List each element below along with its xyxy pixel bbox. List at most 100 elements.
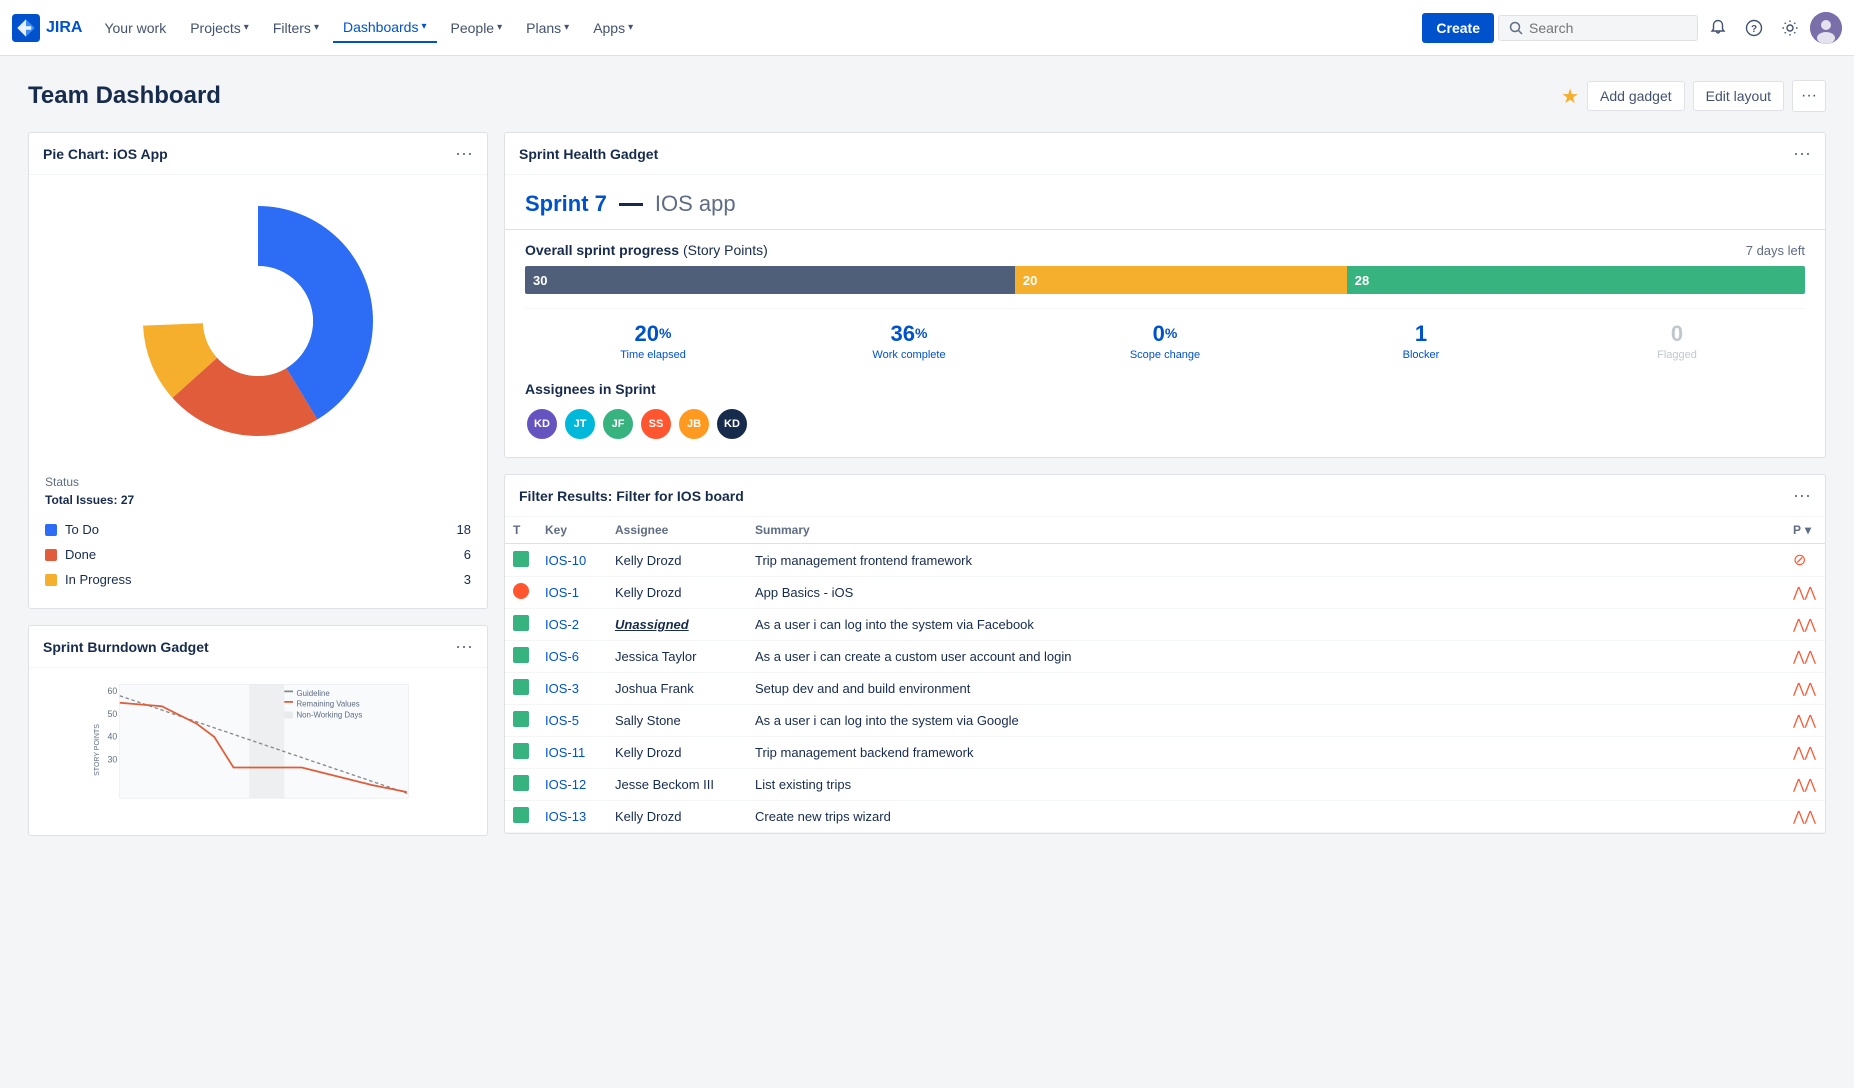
top-nav: JIRA Your work Projects ▾ Filters ▾ Dash… xyxy=(0,0,1854,56)
issue-key-link[interactable]: IOS-6 xyxy=(545,649,579,664)
row-priority: ⋀⋀ xyxy=(1785,641,1825,673)
page-title: Team Dashboard xyxy=(28,82,221,110)
dashboards-chevron: ▾ xyxy=(421,21,426,32)
filter-results-more-button[interactable]: ··· xyxy=(1793,485,1811,506)
issue-key-link[interactable]: IOS-13 xyxy=(545,809,586,824)
table-row: IOS-6 Jessica Taylor As a user i can cre… xyxy=(505,641,1825,673)
sprint-health-more-button[interactable]: ··· xyxy=(1793,143,1811,164)
page-header: Team Dashboard ★ Add gadget Edit layout … xyxy=(28,80,1826,112)
priority-blocker-icon: ⊘ xyxy=(1793,552,1806,569)
search-input[interactable] xyxy=(1529,20,1669,36)
row-assignee: Sally Stone xyxy=(607,705,747,737)
assignee-avatar-4[interactable]: SS xyxy=(639,407,673,441)
filter-table-head: T Key Assignee Summary P ▾ xyxy=(505,517,1825,544)
table-row: IOS-12 Jesse Beckom III List existing tr… xyxy=(505,769,1825,801)
row-summary: Setup dev and and build environment xyxy=(747,673,1785,705)
right-column: Sprint Health Gadget ··· Sprint 7 IOS ap… xyxy=(504,132,1826,836)
pie-chart-header: Pie Chart: iOS App ··· xyxy=(29,133,487,175)
assignees-label: Assignees in Sprint xyxy=(525,381,1805,397)
nav-plans[interactable]: Plans ▾ xyxy=(516,14,579,42)
brand-label: JIRA xyxy=(46,19,82,37)
story-icon xyxy=(513,647,529,663)
table-row: IOS-10 Kelly Drozd Trip management front… xyxy=(505,544,1825,577)
pie-chart-legend: Status Total Issues: 27 To Do 18 xyxy=(29,467,487,608)
issue-key-link[interactable]: IOS-5 xyxy=(545,713,579,728)
page-content: Team Dashboard ★ Add gadget Edit layout … xyxy=(0,56,1854,860)
pie-chart-more-button[interactable]: ··· xyxy=(455,143,473,164)
row-priority: ⋀⋀ xyxy=(1785,673,1825,705)
assignee-avatar-1[interactable]: KD xyxy=(525,407,559,441)
edit-layout-button[interactable]: Edit layout xyxy=(1693,81,1784,111)
assignee-avatar-5[interactable]: JB xyxy=(677,407,711,441)
nav-apps[interactable]: Apps ▾ xyxy=(583,14,643,42)
legend-todo: To Do 18 xyxy=(45,517,471,542)
more-options-button[interactable]: ··· xyxy=(1792,80,1826,112)
row-key: IOS-10 xyxy=(537,544,607,577)
bug-icon xyxy=(513,583,529,599)
add-gadget-button[interactable]: Add gadget xyxy=(1587,81,1685,111)
filter-results-title: Filter Results: Filter for IOS board xyxy=(519,488,744,504)
sprint-health-gadget: Sprint Health Gadget ··· Sprint 7 IOS ap… xyxy=(504,132,1826,458)
row-type xyxy=(505,737,537,769)
row-summary: As a user i can log into the system via … xyxy=(747,705,1785,737)
priority-highest-icon: ⋀⋀ xyxy=(1793,744,1816,760)
help-button[interactable]: ? xyxy=(1738,12,1770,44)
nav-dashboards[interactable]: Dashboards ▾ xyxy=(333,13,437,43)
row-key: IOS-2 xyxy=(537,609,607,641)
nav-projects[interactable]: Projects ▾ xyxy=(180,14,259,42)
story-icon xyxy=(513,615,529,631)
sprint-health-title: Sprint Health Gadget xyxy=(519,146,658,162)
bell-icon xyxy=(1709,19,1727,37)
app-logo[interactable]: JIRA xyxy=(12,14,82,42)
avatar-image xyxy=(1810,12,1842,44)
assignee-avatar-6[interactable]: KD xyxy=(715,407,749,441)
issue-key-link[interactable]: IOS-10 xyxy=(545,553,586,568)
priority-highest-icon: ⋀⋀ xyxy=(1793,648,1816,664)
filter-results-header: Filter Results: Filter for IOS board ··· xyxy=(505,475,1825,517)
create-button[interactable]: Create xyxy=(1422,13,1494,43)
burndown-more-button[interactable]: ··· xyxy=(455,636,473,657)
nav-people[interactable]: People ▾ xyxy=(441,14,513,42)
issue-key-link[interactable]: IOS-12 xyxy=(545,777,586,792)
row-summary: App Basics - iOS xyxy=(747,577,1785,609)
row-type xyxy=(505,609,537,641)
settings-button[interactable] xyxy=(1774,12,1806,44)
story-icon xyxy=(513,743,529,759)
story-icon xyxy=(513,775,529,791)
row-key: IOS-13 xyxy=(537,801,607,833)
search-box[interactable] xyxy=(1498,15,1698,41)
notifications-button[interactable] xyxy=(1702,12,1734,44)
apps-chevron: ▾ xyxy=(628,22,633,33)
sprint-progress-title: Overall sprint progress (Story Points) xyxy=(525,242,768,258)
issue-key-link[interactable]: IOS-11 xyxy=(545,745,585,760)
metric-work-complete: 36% Work complete xyxy=(781,321,1037,361)
row-assignee: Unassigned xyxy=(607,609,747,641)
priority-highest-icon: ⋀⋀ xyxy=(1793,680,1816,696)
metric-scope-change: 0% Scope change xyxy=(1037,321,1293,361)
issue-key-link[interactable]: IOS-3 xyxy=(545,681,579,696)
row-priority: ⋀⋀ xyxy=(1785,577,1825,609)
story-icon xyxy=(513,711,529,727)
page-actions: ★ Add gadget Edit layout ··· xyxy=(1561,80,1826,112)
story-icon xyxy=(513,679,529,695)
issue-key-link[interactable]: IOS-2 xyxy=(545,617,579,632)
assignee-avatar-3[interactable]: JF xyxy=(601,407,635,441)
table-row: IOS-1 Kelly Drozd App Basics - iOS ⋀⋀ xyxy=(505,577,1825,609)
favorite-button[interactable]: ★ xyxy=(1561,84,1579,109)
svg-text:Guideline: Guideline xyxy=(297,689,331,698)
nav-filters[interactable]: Filters ▾ xyxy=(263,14,329,42)
burndown-title: Sprint Burndown Gadget xyxy=(43,639,209,655)
sprint-stats-row: Overall sprint progress (Story Points) 7… xyxy=(505,230,1825,373)
issue-key-link[interactable]: IOS-1 xyxy=(545,585,579,600)
col-priority[interactable]: P ▾ xyxy=(1785,517,1825,544)
row-type xyxy=(505,705,537,737)
row-key: IOS-5 xyxy=(537,705,607,737)
user-avatar[interactable] xyxy=(1810,12,1842,44)
filter-table-body: IOS-10 Kelly Drozd Trip management front… xyxy=(505,544,1825,833)
row-summary: Trip management backend framework xyxy=(747,737,1785,769)
assignee-avatar-2[interactable]: JT xyxy=(563,407,597,441)
sprint-progress-bar: 30 20 28 xyxy=(525,266,1805,294)
filter-results-table: T Key Assignee Summary P ▾ xyxy=(505,517,1825,833)
nav-your-work[interactable]: Your work xyxy=(94,14,176,42)
row-type xyxy=(505,769,537,801)
